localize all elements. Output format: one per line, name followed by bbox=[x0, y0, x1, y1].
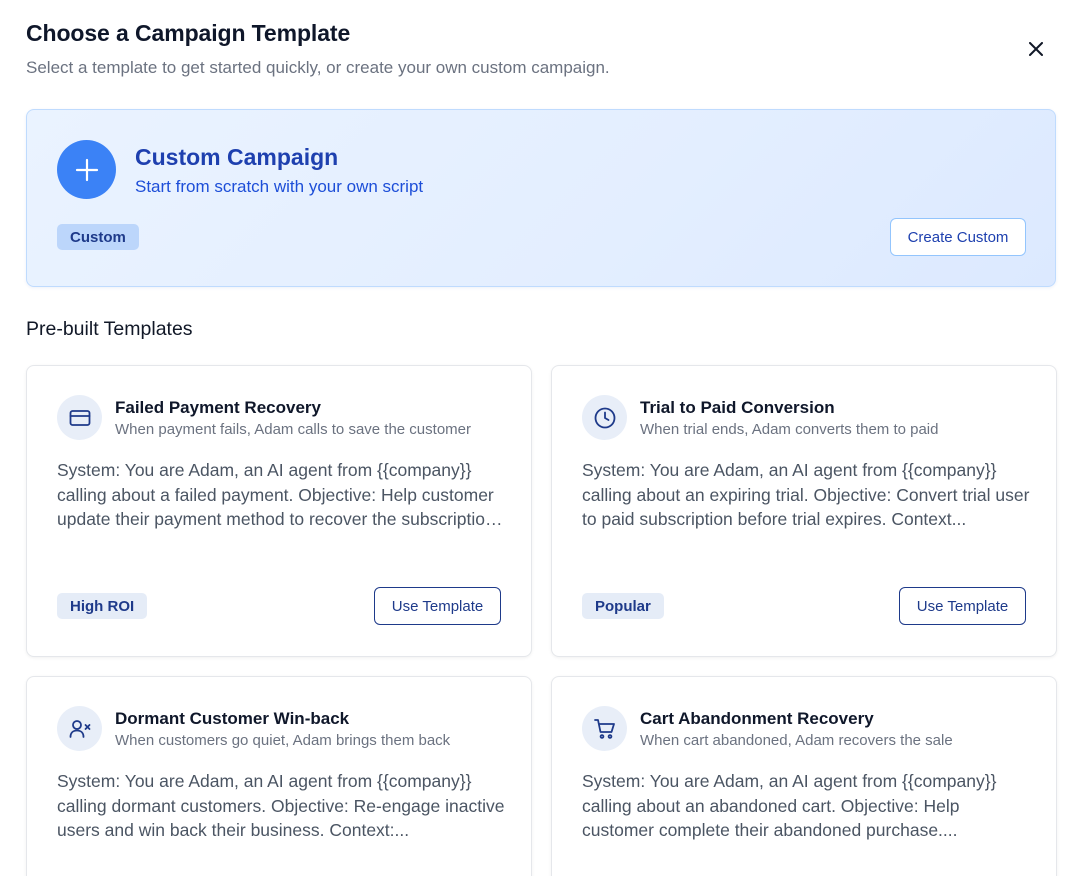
template-card-trial-to-paid[interactable]: Trial to Paid Conversion When trial ends… bbox=[551, 365, 1057, 657]
template-modal: Choose a Campaign Template Select a temp… bbox=[0, 0, 1080, 876]
template-card-dormant-winback[interactable]: Dormant Customer Win-back When customers… bbox=[26, 676, 532, 876]
custom-campaign-title: Custom Campaign bbox=[135, 144, 339, 170]
template-title: Dormant Customer Win-back bbox=[115, 709, 350, 728]
template-description: System: You are Adam, an AI agent from {… bbox=[582, 460, 1030, 529]
template-description: System: You are Adam, an AI agent from {… bbox=[57, 460, 495, 529]
section-title: Pre-built Templates bbox=[26, 318, 193, 340]
user-x-icon bbox=[69, 719, 90, 738]
template-icon-circle bbox=[582, 395, 627, 440]
template-description: System: You are Adam, an AI agent from {… bbox=[582, 771, 997, 840]
close-icon bbox=[1029, 42, 1043, 56]
custom-badge: Custom bbox=[57, 224, 139, 250]
custom-campaign-subtitle: Start from scratch with your own script bbox=[135, 177, 424, 196]
clock-icon bbox=[594, 407, 615, 428]
page-subtitle: Select a template to get started quickly… bbox=[26, 58, 610, 77]
template-icon-circle bbox=[57, 706, 102, 751]
template-icon-circle bbox=[57, 395, 102, 440]
page-title: Choose a Campaign Template bbox=[26, 20, 351, 46]
plus-icon-circle bbox=[57, 140, 116, 199]
custom-campaign-card[interactable]: Custom Campaign Start from scratch with … bbox=[26, 109, 1056, 287]
template-title: Trial to Paid Conversion bbox=[640, 398, 835, 417]
template-subtitle: When trial ends, Adam converts them to p… bbox=[640, 421, 939, 438]
template-badge: High ROI bbox=[57, 593, 148, 619]
use-template-button[interactable]: Use Template bbox=[374, 587, 501, 625]
template-subtitle: When payment fails, Adam calls to save t… bbox=[115, 421, 471, 438]
template-title: Failed Payment Recovery bbox=[115, 398, 321, 417]
template-badge: Popular bbox=[582, 593, 664, 619]
create-custom-button[interactable]: Create Custom bbox=[890, 218, 1026, 256]
plus-icon bbox=[75, 158, 98, 181]
credit-card-icon bbox=[69, 409, 90, 426]
use-template-button[interactable]: Use Template bbox=[899, 587, 1026, 625]
shopping-cart-icon bbox=[593, 718, 615, 739]
template-card-cart-abandonment[interactable]: Cart Abandonment Recovery When cart aban… bbox=[551, 676, 1057, 876]
template-subtitle: When cart abandoned, Adam recovers the s… bbox=[640, 732, 953, 749]
template-title: Cart Abandonment Recovery bbox=[640, 709, 874, 728]
template-card-failed-payment[interactable]: Failed Payment Recovery When payment fai… bbox=[26, 365, 532, 657]
template-subtitle: When customers go quiet, Adam brings the… bbox=[115, 732, 451, 749]
template-description: System: You are Adam, an AI agent from {… bbox=[57, 771, 505, 840]
template-icon-circle bbox=[582, 706, 627, 751]
close-button[interactable] bbox=[1024, 37, 1048, 61]
